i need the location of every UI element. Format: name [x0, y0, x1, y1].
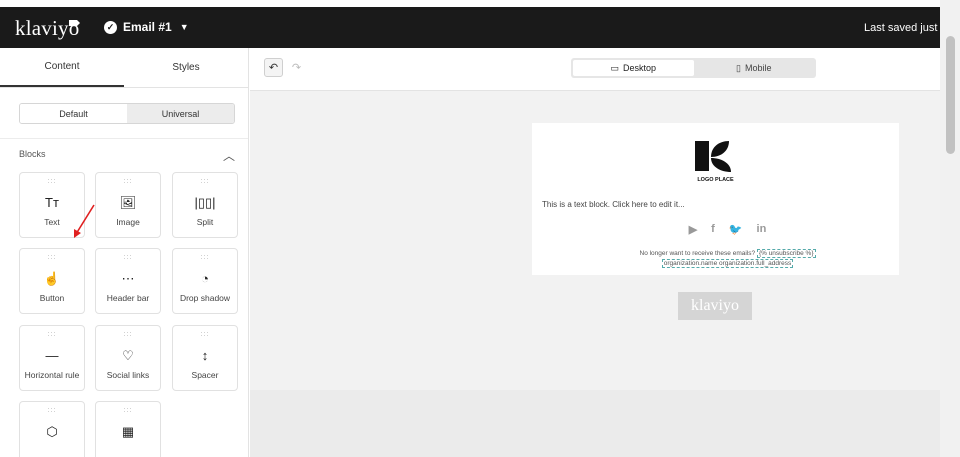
default-universal-toggle: Default Universal [19, 103, 235, 124]
image-icon: 🖼 [119, 195, 137, 210]
block-label: Image [116, 217, 140, 227]
spacer-icon: ↕ [201, 348, 209, 363]
organization-tag[interactable]: organization.name organization.full_addr… [661, 259, 794, 268]
desktop-icon: ▭ [610, 62, 619, 73]
linkedin-icon[interactable]: in [757, 223, 767, 236]
block-spacer[interactable]: ::: ↕ Spacer [172, 325, 238, 391]
sidebar-tabs: Content Styles [0, 48, 248, 88]
view-label: Mobile [744, 63, 772, 73]
header-bar-icon: ⋯ [121, 271, 135, 286]
block-button[interactable]: ::: ☝ Button [19, 248, 85, 314]
drag-grip-icon: ::: [47, 331, 57, 338]
divider [0, 138, 248, 139]
blocks-section-header[interactable]: Blocks ︿ [19, 149, 235, 163]
email-footer-line2: organization.name organization.full_addr… [532, 259, 899, 268]
block-label: Drop shadow [179, 293, 231, 303]
block-label: Spacer [191, 370, 219, 380]
heart-icon: ♡ [122, 348, 134, 363]
split-icon: |▯▯| [194, 195, 216, 210]
chevron-up-icon[interactable]: ︿ [223, 147, 235, 164]
page-scrollbar[interactable] [940, 0, 960, 457]
logo-caption: LOGO PLACE [697, 177, 734, 183]
caret-down-icon: ▼ [179, 22, 189, 32]
segment-default[interactable]: Default [20, 104, 127, 123]
twitter-icon[interactable]: 🐦 [729, 223, 743, 236]
drop-shadow-icon: ◔ [201, 271, 209, 286]
block-label: Header bar [106, 293, 150, 303]
last-saved-status: Last saved just no [864, 22, 940, 34]
scrollbar-thumb[interactable] [946, 36, 955, 154]
sidebar: Content Styles Default Universal Blocks … [0, 48, 249, 457]
block-label: Social links [106, 370, 150, 380]
drag-grip-icon: ::: [47, 407, 57, 414]
drag-grip-icon: ::: [200, 331, 210, 338]
block-horizontal-rule[interactable]: ::: — Horizontal rule [19, 325, 85, 391]
drag-grip-icon: ::: [123, 407, 133, 414]
block-social-links[interactable]: ::: ♡ Social links [95, 325, 161, 391]
blocks-title: Blocks [19, 149, 46, 159]
view-toggle: ▭ Desktop ▯ Mobile [571, 58, 816, 78]
redo-icon[interactable]: ↷ [287, 58, 306, 77]
drag-grip-icon: ::: [123, 331, 133, 338]
mobile-icon: ▯ [736, 62, 741, 73]
unsubscribe-prompt: No longer want to receive these emails? [639, 250, 756, 257]
editor-toolbar: ↶ ↷ ▭ Desktop ▯ Mobile [250, 48, 940, 91]
unsubscribe-tag[interactable]: {% unsubscribe %} [756, 249, 816, 258]
email-title-dropdown[interactable]: ✓ Email #1 ▼ [104, 20, 189, 34]
horizontal-rule-icon: — [45, 348, 59, 363]
social-links-row: ▶ f 🐦 in [532, 223, 899, 236]
table-icon: ▦ [121, 424, 135, 439]
segment-universal[interactable]: Universal [127, 104, 234, 123]
drag-grip-icon: ::: [47, 254, 57, 261]
email-name: Email #1 [123, 20, 172, 34]
block-table[interactable]: ::: ▦ [95, 401, 161, 457]
drag-grip-icon: ::: [200, 178, 210, 185]
block-header-bar[interactable]: ::: ⋯ Header bar [95, 248, 161, 314]
view-desktop-button[interactable]: ▭ Desktop [573, 60, 694, 76]
block-label: Button [39, 293, 65, 303]
block-split[interactable]: ::: |▯▯| Split [172, 172, 238, 238]
drag-grip-icon: ::: [47, 178, 57, 185]
block-label: Split [196, 217, 214, 227]
facebook-icon[interactable]: f [711, 223, 715, 236]
klaviyo-badge: klaviyo [678, 292, 752, 320]
status-check-icon: ✓ [104, 20, 117, 34]
canvas-bottom-area [250, 390, 940, 457]
block-drop-shadow[interactable]: ::: ◔ Drop shadow [172, 248, 238, 314]
youtube-icon[interactable]: ▶ [689, 223, 697, 236]
block-image[interactable]: ::: 🖼 Image [95, 172, 161, 238]
drag-grip-icon: ::: [123, 178, 133, 185]
view-mobile-button[interactable]: ▯ Mobile [694, 60, 815, 76]
email-footer-line1: No longer want to receive these emails? … [532, 249, 899, 258]
email-text-block[interactable]: This is a text block. Click here to edit… [542, 200, 685, 209]
tab-styles[interactable]: Styles [124, 48, 248, 87]
drag-grip-icon: ::: [200, 254, 210, 261]
button-click-icon: ☝ [43, 271, 61, 286]
cube-icon: ⬡ [46, 424, 58, 439]
undo-icon[interactable]: ↶ [264, 58, 283, 77]
view-label: Desktop [622, 63, 657, 73]
editor-canvas: ↶ ↷ ▭ Desktop ▯ Mobile LOGO PLACE This i… [250, 48, 940, 457]
logo-flag-icon [69, 20, 80, 26]
email-preview[interactable]: LOGO PLACE This is a text block. Click h… [532, 123, 899, 275]
block-label: Horizontal rule [24, 370, 80, 380]
red-annotation-arrow [74, 204, 95, 238]
drag-grip-icon: ::: [123, 254, 133, 261]
top-bar: klaviyo ✓ Email #1 ▼ Last saved just no [0, 7, 940, 48]
block-product[interactable]: ::: ⬡ [19, 401, 85, 457]
tab-content[interactable]: Content [0, 48, 124, 87]
